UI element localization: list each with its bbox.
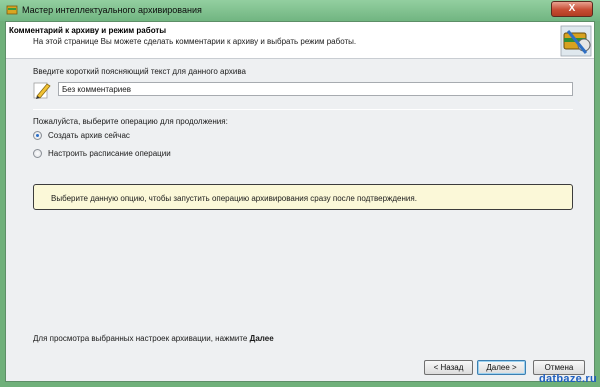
footer-hint-bold: Далее — [249, 334, 274, 343]
watermark: datbaze.ru — [538, 373, 597, 385]
app-icon — [6, 5, 18, 15]
radio-label: Создать архив сейчас — [48, 131, 130, 140]
next-button[interactable]: Далее > — [477, 360, 526, 375]
wizard-client-area: Комментарий к архиву и режим работы На э… — [5, 21, 595, 382]
radio-label: Настроить расписание операции — [48, 149, 171, 158]
wizard-header: Комментарий к архиву и режим работы На э… — [6, 22, 594, 59]
radio-button-checked[interactable] — [33, 131, 42, 140]
info-text: Выберите данную опцию, чтобы запустить о… — [51, 194, 417, 203]
radio-create-now[interactable]: Создать архив сейчас — [33, 131, 130, 140]
separator — [33, 109, 573, 110]
radio-schedule[interactable]: Настроить расписание операции — [33, 149, 171, 158]
footer-hint-text: Для просмотра выбранных настроек архивац… — [33, 334, 248, 343]
comment-input[interactable] — [58, 82, 573, 96]
pencil-icon — [33, 82, 51, 99]
back-button[interactable]: < Назад — [424, 360, 473, 375]
operation-label: Пожалуйста, выберите операцию для продол… — [33, 117, 228, 126]
comment-label: Введите короткий поясняющий текст для да… — [33, 67, 246, 76]
info-box: Выберите данную опцию, чтобы запустить о… — [33, 184, 573, 210]
page-description: На этой странице Вы можете сделать комме… — [33, 37, 357, 46]
wizard-window: Мастер интеллектуального архивирования X… — [0, 0, 600, 387]
close-icon: X — [568, 3, 576, 14]
title-bar[interactable]: Мастер интеллектуального архивирования X — [0, 0, 600, 21]
archive-wizard-icon — [560, 25, 592, 57]
page-title: Комментарий к архиву и режим работы — [9, 26, 167, 35]
close-button[interactable]: X — [551, 1, 593, 17]
radio-button[interactable] — [33, 149, 42, 158]
footer-hint: Для просмотра выбранных настроек архивац… — [33, 334, 274, 343]
window-title: Мастер интеллектуального архивирования — [22, 5, 202, 15]
